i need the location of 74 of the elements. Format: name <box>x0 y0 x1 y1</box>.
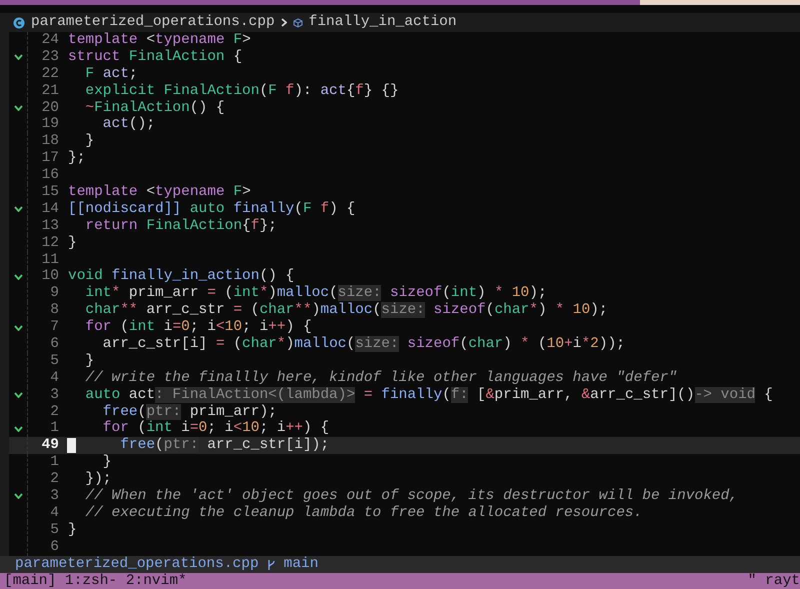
fold-chevron-icon[interactable] <box>14 392 22 398</box>
line-number: 19 <box>27 116 68 134</box>
line-number: 2 <box>27 471 68 488</box>
code-line: struct FinalAction { <box>68 48 242 66</box>
line-number: 6 <box>27 336 68 353</box>
line-number: 9 <box>27 285 68 302</box>
line-number: 22 <box>27 66 68 83</box>
line-number: 5 <box>27 352 68 370</box>
code-line: } <box>84 352 94 370</box>
line-number: 1 <box>27 454 68 472</box>
chevron-right-icon <box>280 18 287 27</box>
code-line: [[nodiscard]] auto finally(F f) { <box>68 200 356 218</box>
cube-icon <box>292 18 303 28</box>
code-line: void finally_in_action() { <box>68 268 294 286</box>
line-number: 3 <box>27 386 68 404</box>
code-line: for (int i=0; i<10; i++) { <box>84 319 312 336</box>
line-number: 14 <box>27 200 68 218</box>
fold-chevron-icon[interactable] <box>14 206 22 212</box>
code-line: } <box>84 133 94 150</box>
code-line: F act; <box>84 66 138 83</box>
line-number: 16 <box>27 167 68 184</box>
code-line: arr_c_str[i] = (char*)malloc(size: sizeof(char) * (10+i*2)); <box>102 336 625 353</box>
code-line: int* prim_arr = (int*)malloc(size: sizeof(int) * 10); <box>84 285 547 302</box>
text-cursor <box>67 438 76 454</box>
line-number: 7 <box>27 319 68 336</box>
fold-chevron-icon[interactable] <box>14 274 22 280</box>
code-line: for (int i=0; i<10; i++) { <box>102 420 330 438</box>
line-number: 21 <box>27 82 68 100</box>
breadcrumb-file[interactable]: parameterized_operations.cpp <box>31 13 275 32</box>
git-branch-icon <box>266 558 276 570</box>
line-number: 11 <box>27 252 68 268</box>
line-number: 17 <box>27 150 68 168</box>
tmux-status-right: " rayt <box>748 573 800 589</box>
status-filename: parameterized_operations.cpp <box>15 556 259 573</box>
code-line: ~FinalAction() { <box>84 100 225 116</box>
line-number: 4 <box>27 504 68 522</box>
line-number: 18 <box>27 133 68 150</box>
code-line: explicit FinalAction(F f): act{f} {} <box>84 82 399 100</box>
status-branch: main <box>284 556 318 573</box>
code-line: }); <box>84 471 112 488</box>
fold-chevron-icon[interactable] <box>14 426 22 432</box>
code-line: // When the 'act' object goes out of scope, its destructor will be invoked, <box>84 488 738 505</box>
code-line: } <box>68 234 77 252</box>
line-number: 20 <box>27 100 68 116</box>
line-number: 8 <box>27 302 68 320</box>
code-line: return FinalAction{f}; <box>84 218 277 235</box>
breadcrumb-symbol[interactable]: finally_in_action <box>308 13 457 32</box>
line-number: 13 <box>27 218 68 235</box>
code-line: auto act: FinalAction<(lambda)> = finally(f: [&prim_arr, &arr_c_str]()-> void { <box>84 386 773 404</box>
code-line: template <typename F> <box>68 184 251 201</box>
line-number: 3 <box>27 488 68 505</box>
code-line: act(); <box>102 116 156 134</box>
line-number: 15 <box>27 184 68 201</box>
fold-chevron-icon[interactable] <box>14 105 22 111</box>
code-line: } <box>102 454 112 472</box>
line-number: 12 <box>27 234 68 252</box>
line-number: 23 <box>27 48 68 66</box>
code-line: // write the finallly here, kindof like other languages have "defer" <box>84 370 678 387</box>
c-file-icon <box>13 16 25 28</box>
code-line: // executing the cleanup lambda to free the allocated resources. <box>84 504 642 522</box>
line-number: 24 <box>27 32 68 49</box>
code-line: template <typename F> <box>68 32 251 49</box>
line-number: 10 <box>27 268 68 286</box>
line-number: 2 <box>27 404 68 420</box>
code-line: } <box>68 522 77 539</box>
code-line: }; <box>68 150 86 168</box>
code-line: char** arr_c_str = (char**)malloc(size: sizeof(char*) * 10); <box>84 302 608 320</box>
tmux-window-list: [main] 1:zsh- 2:nvim* <box>4 573 187 589</box>
fold-chevron-icon[interactable] <box>14 324 22 331</box>
code-line: free(ptr: prim_arr); <box>102 404 277 420</box>
fold-chevron-icon[interactable] <box>14 493 22 500</box>
line-number: 4 <box>27 370 68 387</box>
line-number: 5 <box>27 522 68 539</box>
fold-chevron-icon[interactable] <box>14 54 22 60</box>
